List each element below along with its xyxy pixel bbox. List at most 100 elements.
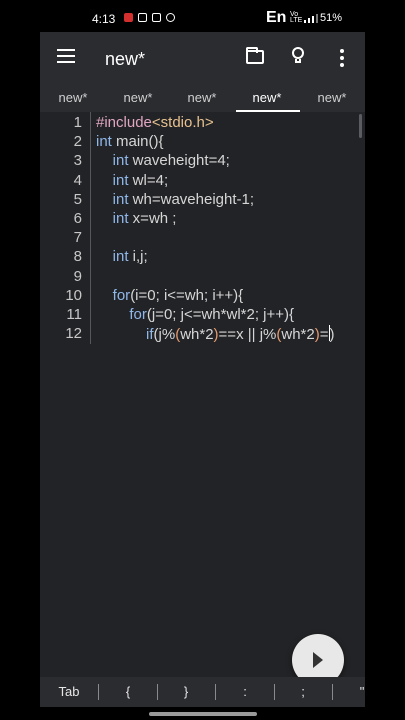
code-token: int [112, 210, 129, 227]
code-token: ) [329, 326, 335, 344]
code-line[interactable]: 4 int wl=4; [40, 172, 365, 191]
tab-new-1[interactable]: new* [41, 90, 105, 105]
code-text: int x=wh ; [96, 210, 177, 227]
code-token: int [112, 248, 129, 266]
code-text: #include<stdio.h> [96, 114, 214, 131]
key-separator [274, 684, 275, 700]
code-token: int [112, 152, 129, 170]
code-token: (i=0; i<=wh; i++){ [130, 286, 244, 304]
notification-app-icon [124, 13, 133, 22]
key-button[interactable]: ; [283, 684, 323, 699]
notification-a-icon [138, 13, 147, 22]
code-token: ==x || j% [218, 326, 277, 344]
status-bar: 4:13 En Vo LTE 51% [0, 0, 405, 32]
line-number: 1 [73, 114, 82, 131]
line-number: 11 [66, 306, 82, 323]
line-number: 12 [65, 325, 82, 343]
code-text: for(i=0; i<=wh; i++){ [96, 286, 244, 304]
signal-icon [304, 14, 318, 23]
code-token: <stdio.h> [151, 114, 214, 131]
file-tabs: new* new* new* new* new* [40, 86, 365, 113]
code-line[interactable]: 5 int wh=waveheight-1; [40, 191, 365, 210]
status-time: 4:13 [92, 12, 116, 26]
symbol-key-bar: Tab{}:; " [40, 677, 365, 707]
code-line[interactable]: 7 [40, 229, 365, 248]
code-line[interactable]: 11 for(j=0; j<=wh*wl*2; j++){ [40, 306, 365, 325]
code-token: wl=4; [128, 171, 169, 189]
line-number: 7 [73, 229, 82, 247]
code-text: if(j%(wh*2)==x || j%(wh*2)=) [96, 325, 335, 343]
line-number: 9 [73, 267, 82, 285]
line-number: 6 [73, 210, 82, 227]
code-line[interactable]: 3 int waveheight=4; [40, 152, 365, 171]
code-token: x=wh ; [128, 210, 177, 227]
code-token: main(){ [111, 133, 164, 151]
more-options-icon[interactable] [340, 49, 344, 67]
code-line[interactable]: 12 if(j%(wh*2)==x || j%(wh*2)=) [40, 325, 365, 344]
code-line[interactable]: 9 [40, 268, 365, 287]
code-editor[interactable]: 1 #include<stdio.h> 2 int main(){3 int wave… [40, 112, 365, 687]
code-token: i,j; [128, 248, 148, 266]
key-button[interactable]: { [108, 684, 148, 699]
code-token: = [319, 326, 329, 344]
folder-icon[interactable] [246, 47, 264, 64]
code-text: int wh=waveheight-1; [96, 191, 254, 208]
code-line[interactable]: 1 #include<stdio.h> [40, 114, 365, 133]
code-token: if [146, 326, 154, 344]
key-separator [215, 684, 216, 700]
home-indicator[interactable] [149, 712, 257, 716]
line-number: 4 [73, 171, 82, 189]
code-line[interactable]: 8 int i,j; [40, 248, 365, 267]
code-text: int main(){ [96, 133, 164, 150]
notification-circle-icon [166, 13, 175, 22]
code-token: for [129, 306, 147, 323]
code-text: int wl=4; [96, 172, 168, 189]
code-token: int [112, 171, 129, 189]
code-token: (j=0; j<=wh*wl*2; j++){ [146, 306, 295, 323]
code-text: for(j=0; j<=wh*wl*2; j++){ [96, 306, 294, 323]
code-line[interactable]: 2 int main(){ [40, 133, 365, 152]
key-button[interactable]: : [225, 684, 265, 699]
battery-level: 51% [320, 12, 343, 24]
play-icon [313, 652, 323, 668]
lightbulb-icon[interactable] [291, 47, 305, 67]
code-token: wh=waveheight-1; [128, 190, 255, 208]
code-text: int waveheight=4; [96, 152, 230, 169]
code-line[interactable]: 10 for(i=0; i<=wh; i++){ [40, 287, 365, 306]
file-title: new* [105, 49, 146, 69]
line-number: 8 [73, 248, 82, 266]
tab-new-3[interactable]: new* [170, 90, 234, 105]
code-token: j% [158, 326, 176, 344]
code-token: wh*2 [281, 326, 315, 344]
code-token: #include [96, 114, 152, 131]
code-token: int [96, 133, 112, 151]
tab-new-4[interactable]: new* [235, 90, 299, 105]
code-token: for [112, 286, 131, 304]
hamburger-menu-icon[interactable] [57, 49, 75, 63]
key-separator [157, 684, 158, 700]
keyboard-language: En [266, 9, 287, 26]
code-token: waveheight=4; [128, 152, 230, 170]
editor-app: new* new* new* new* new* new* 1 #include<… [40, 32, 365, 687]
key-button[interactable]: } [166, 684, 206, 699]
key-button[interactable]: Tab [49, 684, 89, 699]
tab-new-2[interactable]: new* [106, 90, 170, 105]
code-line[interactable]: 6 int x=wh ; [40, 210, 365, 229]
line-number: 5 [73, 190, 82, 208]
line-number: 3 [73, 152, 82, 170]
key-button[interactable]: " [342, 684, 382, 699]
code-token: wh*2 [180, 326, 214, 344]
code-text: int i,j; [96, 248, 148, 265]
key-separator [98, 684, 99, 700]
toolbar: new* [40, 32, 365, 86]
tab-new-5[interactable]: new* [300, 90, 364, 105]
key-separator [332, 684, 333, 700]
